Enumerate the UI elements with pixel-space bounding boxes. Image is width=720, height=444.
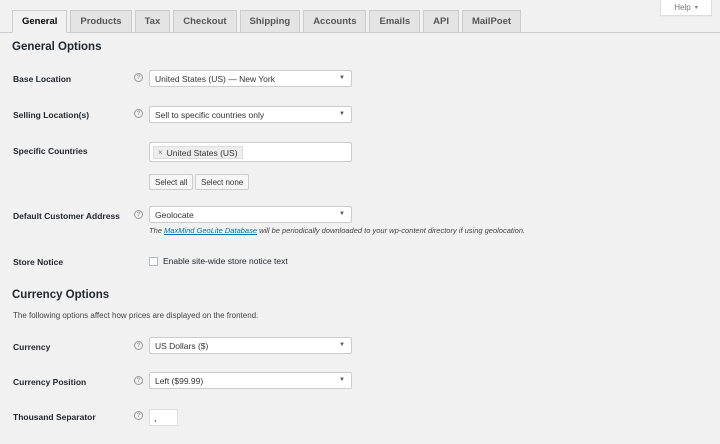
tab-emails[interactable]: Emails bbox=[369, 10, 421, 32]
currency-options-heading: Currency Options bbox=[12, 289, 110, 301]
currency-position-label: Currency Position bbox=[13, 377, 87, 387]
base-location-value: United States (US) — New York bbox=[155, 73, 275, 84]
tab-tax[interactable]: Tax bbox=[134, 10, 171, 32]
dropdown-arrow-icon: ▼ bbox=[339, 377, 345, 383]
currency-position-value: Left ($99.99) bbox=[155, 375, 204, 386]
tab-accounts[interactable]: Accounts bbox=[303, 10, 367, 32]
help-icon: ? bbox=[134, 411, 143, 420]
help-icon: ? bbox=[134, 73, 143, 82]
general-options-heading: General Options bbox=[12, 41, 102, 53]
specific-countries-label: Specific Countries bbox=[13, 146, 88, 156]
description-prefix: The bbox=[149, 226, 162, 235]
store-notice-label: Store Notice bbox=[13, 257, 64, 267]
tab-checkout[interactable]: Checkout bbox=[173, 10, 237, 32]
currency-value: US Dollars ($) bbox=[155, 340, 209, 351]
dropdown-arrow-icon: ▼ bbox=[339, 342, 345, 348]
thousand-separator-label: Thousand Separator bbox=[13, 412, 96, 422]
dropdown-arrow-icon: ▼ bbox=[339, 75, 345, 81]
maxmind-link[interactable]: MaxMind GeoLite Database bbox=[164, 226, 257, 235]
tab-products[interactable]: Products bbox=[70, 10, 132, 32]
selling-locations-label: Selling Location(s) bbox=[13, 110, 90, 120]
currency-options-description: The following options affect how prices … bbox=[13, 311, 259, 320]
description-suffix: will be periodically downloaded to your … bbox=[259, 226, 526, 235]
currency-select[interactable]: US Dollars ($) ▼ bbox=[149, 337, 352, 354]
geolocation-description: The MaxMind GeoLite Database will be per… bbox=[149, 226, 525, 235]
tab-api[interactable]: API bbox=[423, 10, 459, 32]
store-notice-checkbox[interactable]: Enable site-wide store notice text bbox=[149, 256, 288, 266]
dropdown-arrow-icon: ▼ bbox=[339, 211, 345, 217]
help-icon: ? bbox=[134, 376, 143, 385]
specific-countries-multiselect[interactable]: × United States (US) bbox=[149, 142, 352, 162]
default-customer-address-label: Default Customer Address bbox=[13, 211, 120, 221]
help-icon: ? bbox=[134, 109, 143, 118]
tab-mailpoet[interactable]: MailPoet bbox=[461, 10, 522, 32]
base-location-select[interactable]: United States (US) — New York ▼ bbox=[149, 70, 352, 87]
currency-label: Currency bbox=[13, 342, 51, 352]
tabs-divider bbox=[0, 32, 720, 33]
selling-locations-value: Sell to specific countries only bbox=[155, 109, 265, 120]
checkbox[interactable] bbox=[149, 256, 158, 266]
store-notice-checkbox-label: Enable site-wide store notice text bbox=[163, 256, 288, 266]
default-customer-address-select[interactable]: Geolocate ▼ bbox=[149, 206, 352, 223]
thousand-separator-input[interactable]: , bbox=[149, 409, 178, 426]
default-customer-address-value: Geolocate bbox=[155, 209, 194, 220]
help-tab[interactable]: Help ▾ bbox=[660, 0, 712, 16]
selling-locations-select[interactable]: Sell to specific countries only ▼ bbox=[149, 106, 352, 123]
select-all-button[interactable]: Select all bbox=[149, 174, 194, 190]
dropdown-arrow-icon: ▼ bbox=[339, 111, 345, 117]
settings-tabs: General Products Tax Checkout Shipping A… bbox=[12, 10, 522, 33]
chevron-down-icon: ▾ bbox=[694, 5, 698, 11]
base-location-label: Base Location bbox=[13, 74, 72, 84]
tab-shipping[interactable]: Shipping bbox=[239, 10, 301, 32]
country-chip[interactable]: × United States (US) bbox=[153, 146, 243, 159]
remove-icon[interactable]: × bbox=[158, 148, 163, 157]
country-chip-label: United States (US) bbox=[166, 147, 238, 158]
tab-general[interactable]: General bbox=[12, 10, 68, 33]
help-label: Help bbox=[674, 3, 691, 12]
help-icon: ? bbox=[134, 210, 143, 219]
select-none-button[interactable]: Select none bbox=[195, 174, 250, 190]
help-icon: ? bbox=[134, 341, 143, 350]
currency-position-select[interactable]: Left ($99.99) ▼ bbox=[149, 372, 352, 389]
